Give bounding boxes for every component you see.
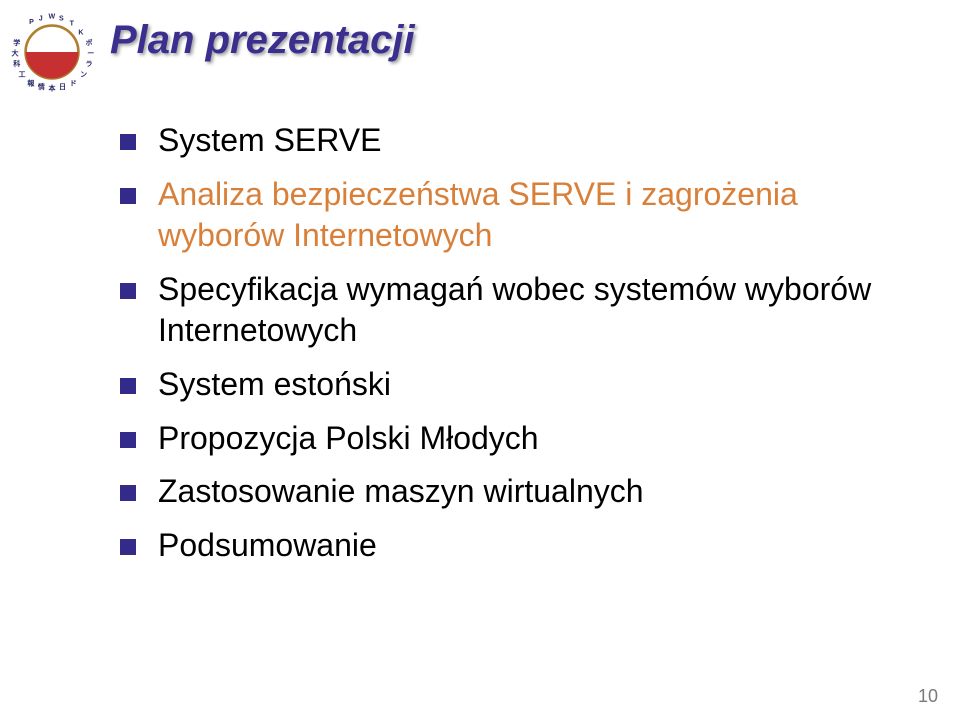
- svg-text:ド: ド: [70, 79, 77, 87]
- svg-text:情: 情: [38, 82, 45, 91]
- bullet-list: System SERVE Analiza bezpieczeństwa SERV…: [120, 120, 900, 578]
- svg-text:大: 大: [12, 49, 19, 58]
- bullet-square-icon: [120, 378, 136, 394]
- svg-text:ラ: ラ: [85, 60, 92, 68]
- svg-text:ポ: ポ: [85, 38, 92, 47]
- svg-text:T: T: [70, 21, 75, 28]
- list-item: Podsumowanie: [120, 525, 900, 567]
- svg-text:本: 本: [48, 84, 56, 93]
- bullet-square-icon: [120, 539, 136, 555]
- list-item: System SERVE: [120, 120, 900, 162]
- svg-text:J: J: [39, 15, 43, 22]
- bullet-square-icon: [120, 188, 136, 204]
- list-item-text: System SERVE: [158, 120, 381, 162]
- list-item: System estoński: [120, 364, 900, 406]
- list-item: Zastosowanie maszyn wirtualnych: [120, 471, 900, 513]
- bullet-square-icon: [120, 283, 136, 299]
- svg-text:学: 学: [13, 38, 20, 47]
- list-item: Specyfikacja wymagań wobec systemów wybo…: [120, 269, 900, 352]
- list-item: Propozycja Polski Młodych: [120, 418, 900, 460]
- list-item: Analiza bezpieczeństwa SERVE i zagrożeni…: [120, 174, 900, 257]
- svg-text:ン: ン: [80, 71, 87, 79]
- list-item-text: Analiza bezpieczeństwa SERVE i zagrożeni…: [158, 174, 900, 257]
- page-number: 10: [918, 686, 938, 707]
- svg-text:科: 科: [13, 59, 20, 68]
- svg-text:工: 工: [19, 71, 26, 79]
- svg-text:W: W: [48, 14, 55, 21]
- svg-text:日: 日: [59, 83, 66, 91]
- bullet-square-icon: [120, 134, 136, 150]
- list-item-text: Zastosowanie maszyn wirtualnych: [158, 471, 644, 513]
- slide-title: Plan prezentacji: [110, 18, 415, 63]
- svg-text:K: K: [78, 29, 84, 36]
- list-item-text: Podsumowanie: [158, 525, 377, 567]
- svg-text:ー: ー: [87, 51, 94, 58]
- bullet-square-icon: [120, 432, 136, 448]
- slide-logo: J W S T K P ポ ー ラ ン ド 日 本 情 報 工 科 大 学: [8, 8, 96, 96]
- svg-text:P: P: [29, 19, 34, 26]
- list-item-text: System estoński: [158, 364, 391, 406]
- bullet-square-icon: [120, 485, 136, 501]
- svg-text:報: 報: [27, 78, 35, 87]
- svg-text:S: S: [59, 15, 64, 22]
- list-item-text: Specyfikacja wymagań wobec systemów wybo…: [158, 269, 900, 352]
- list-item-text: Propozycja Polski Młodych: [158, 418, 539, 460]
